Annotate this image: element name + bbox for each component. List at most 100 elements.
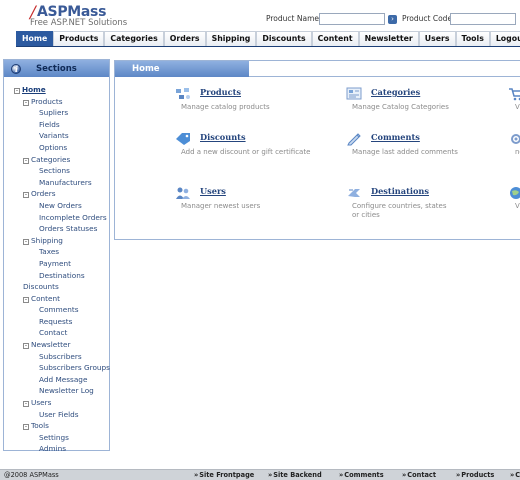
tree-item-destinations[interactable]: Destinations — [4, 270, 109, 282]
tree-item-orders-statuses[interactable]: Orders Statuses — [4, 223, 109, 235]
card-globe-partial: Vi — [508, 184, 520, 224]
comments-icon — [347, 133, 361, 146]
footer-link-site-backend[interactable]: Site Backend — [268, 471, 321, 479]
card-comments-title[interactable]: Comments — [371, 132, 420, 142]
tree-item-shipping[interactable]: - Shipping — [4, 235, 109, 247]
tree-item-label: Fields — [39, 119, 60, 129]
card-globe-desc: Vi — [515, 202, 520, 210]
nav-content[interactable]: Content — [311, 31, 359, 46]
tree-item-taxes[interactable]: Taxes — [4, 246, 109, 258]
tree-item-payment[interactable]: Payment — [4, 258, 109, 270]
tree-item-label: Requests — [39, 316, 73, 326]
nav-shipping[interactable]: Shipping — [205, 31, 257, 46]
tree-item-label: Users — [31, 398, 52, 408]
collapse-toggle-icon[interactable]: - — [23, 238, 29, 245]
tree-item-label: Sections — [39, 166, 70, 176]
tree-item-categories[interactable]: - Categories — [4, 154, 109, 166]
tree-item-tools[interactable]: - Tools — [4, 420, 109, 432]
card-categories-desc: Manage Catalog Categories — [352, 103, 449, 111]
collapse-toggle-icon[interactable]: - — [23, 157, 29, 164]
tree-item-discounts[interactable]: Discounts — [4, 281, 109, 293]
tree-item-newsletter[interactable]: - Newsletter — [4, 339, 109, 351]
card-settings-partial: ne — [508, 130, 520, 170]
tree-item-label: Home — [22, 85, 46, 94]
collapse-toggle-icon[interactable]: - — [23, 99, 29, 106]
nav-logout[interactable]: Logout — [489, 31, 520, 46]
tree-item-contact[interactable]: Contact — [4, 327, 109, 339]
collapse-toggle-icon[interactable]: - — [23, 296, 29, 303]
card-categories: Categories Manage Catalog Categories — [346, 85, 496, 125]
nav-home[interactable]: Home — [16, 31, 54, 46]
collapse-toggle-icon[interactable]: - — [14, 88, 20, 94]
tree-item-incomplete-orders[interactable]: Incomplete Orders — [4, 212, 109, 224]
card-categories-title[interactable]: Categories — [371, 87, 420, 97]
brand-logo[interactable]: / ASPMass Free ASP.NET Solutions — [30, 3, 130, 29]
product-name-label: Product Name: — [266, 14, 322, 23]
card-destinations-title[interactable]: Destinations — [371, 186, 429, 196]
tree-item-comments[interactable]: Comments — [4, 304, 109, 316]
sections-tree: - Home - Products Supliers Fields Variants Opti… — [4, 84, 110, 455]
card-users-title[interactable]: Users — [200, 186, 226, 196]
product-code-input[interactable] — [450, 13, 516, 25]
tree-item-label: Discounts — [23, 282, 59, 292]
nav-users[interactable]: Users — [418, 31, 456, 46]
tree-item-subscribers-groups[interactable]: Subscribers Groups — [4, 362, 110, 374]
tree-item-content[interactable]: - Content — [4, 293, 109, 305]
tree-item-label: Categories — [31, 154, 71, 164]
footer-link-contact[interactable]: Contact — [402, 471, 436, 479]
tree-item-label: Newsletter — [31, 340, 71, 350]
nav-products[interactable]: Products — [53, 31, 105, 46]
collapse-toggle-icon[interactable]: - — [23, 401, 29, 408]
tree-item-sections[interactable]: Sections — [4, 165, 109, 177]
card-orders-desc: Vi — [515, 103, 520, 111]
sidebar-header: Sections — [4, 60, 109, 77]
tree-item-admins[interactable]: Admins — [4, 443, 109, 455]
tree-item-newsletter-log[interactable]: Newsletter Log — [4, 385, 109, 397]
footer-link-site-frontpage[interactable]: Site Frontpage — [194, 471, 254, 479]
product-name-input[interactable] — [319, 13, 385, 25]
footer-link-products[interactable]: Products — [456, 471, 494, 479]
tree-item-products[interactable]: - Products — [4, 96, 109, 108]
tree-item-orders[interactable]: - Orders — [4, 188, 109, 200]
tree-item-options[interactable]: Options — [4, 142, 109, 154]
card-products: Products Manage catalog products — [175, 85, 325, 125]
tree-item-label: Newsletter Log — [39, 386, 94, 396]
collapse-toggle-icon[interactable]: - — [23, 192, 29, 199]
tree-item-label: Supliers — [39, 108, 69, 118]
nav-tools[interactable]: Tools — [455, 31, 490, 46]
tree-item-new-orders[interactable]: New Orders — [4, 200, 109, 212]
nav-orders[interactable]: Orders — [163, 31, 206, 46]
tree-item-user-fields[interactable]: User Fields — [4, 409, 109, 421]
card-products-title[interactable]: Products — [200, 87, 241, 97]
tree-item-supliers[interactable]: Supliers — [4, 107, 109, 119]
tree-item-variants[interactable]: Variants — [4, 130, 109, 142]
tree-item-add-message[interactable]: Add Message — [4, 374, 109, 386]
collapse-toggle-icon[interactable]: - — [23, 343, 29, 350]
tree-item-subscribers[interactable]: Subscribers — [4, 351, 109, 363]
card-discounts-title[interactable]: Discounts — [200, 132, 246, 142]
tree-item-label: Products — [31, 96, 63, 106]
nav-discounts[interactable]: Discounts — [256, 31, 312, 46]
card-orders-partial: Vi — [508, 85, 520, 125]
sidebar-title: Sections — [36, 63, 77, 74]
tree-item-settings[interactable]: Settings — [4, 432, 109, 444]
card-discounts-desc: Add a new discount or gift certificate — [181, 148, 311, 156]
nav-categories[interactable]: Categories — [104, 31, 164, 46]
tree-item-users[interactable]: - Users — [4, 397, 109, 409]
arrow-right-icon[interactable]: › — [388, 15, 397, 24]
products-icon — [176, 88, 190, 99]
tree-item-label: Manufacturers — [39, 177, 92, 187]
footer-copyright: @2008 ASPMass — [4, 471, 59, 479]
card-comments: Comments Manage last added comments — [346, 130, 496, 170]
collapse-toggle-icon[interactable]: - — [23, 424, 29, 431]
nav-newsletter[interactable]: Newsletter — [358, 31, 419, 46]
brand-tagline: Free ASP.NET Solutions — [30, 18, 128, 28]
footer-link-comments[interactable]: Comments — [339, 471, 383, 479]
tree-item-home[interactable]: - Home — [4, 84, 109, 96]
tree-item-requests[interactable]: Requests — [4, 316, 109, 328]
tree-item-fields[interactable]: Fields — [4, 119, 109, 131]
tree-item-label: Contact — [39, 328, 68, 338]
tree-item-label: New Orders — [39, 200, 82, 210]
tree-item-manufacturers[interactable]: Manufacturers — [4, 177, 109, 189]
footer-link-categories[interactable]: Ca — [510, 471, 520, 479]
